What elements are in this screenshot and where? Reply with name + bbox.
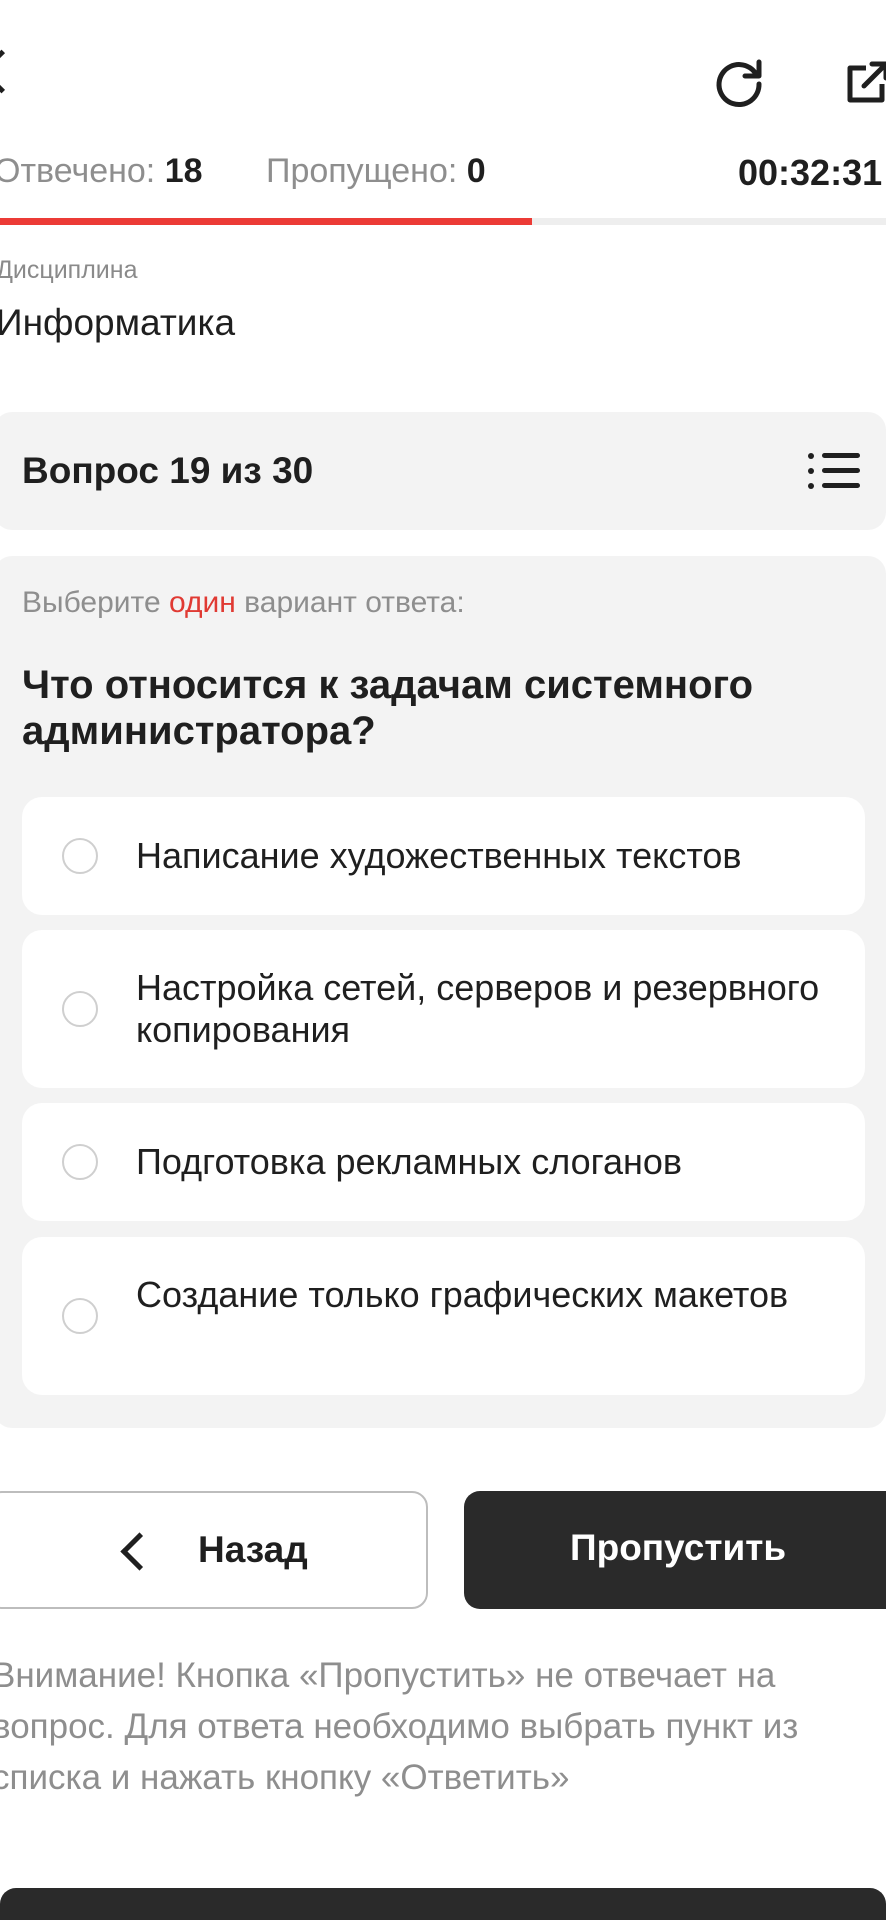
reload-icon[interactable] bbox=[712, 54, 768, 110]
answer-option[interactable]: Подготовка рекламных слоганов bbox=[22, 1103, 865, 1221]
question-counter: Вопрос 19 из 30 bbox=[22, 450, 314, 491]
instruction-accent: один bbox=[168, 586, 236, 619]
skip-button-label: Пропустить bbox=[570, 1527, 787, 1568]
instruction-text: Выберите bbox=[22, 586, 169, 619]
answer-option[interactable]: Написание художественных текстов bbox=[22, 797, 865, 915]
chevron-left-icon bbox=[120, 1532, 159, 1571]
answered-value: 18 bbox=[164, 152, 203, 190]
instruction-text-end: вариант ответа: bbox=[235, 586, 465, 619]
progress-bar-fill bbox=[0, 218, 532, 225]
radio-button[interactable] bbox=[62, 1144, 98, 1180]
radio-button[interactable] bbox=[62, 991, 98, 1027]
answer-option[interactable]: Настройка сетей, серверов и резервного к… bbox=[22, 930, 865, 1088]
discipline-name: Информатика bbox=[0, 302, 236, 343]
skipped-label: Пропущено: bbox=[266, 152, 458, 190]
answer-option-label: Написание художественных текстов bbox=[136, 835, 742, 876]
skipped-value: 0 bbox=[466, 152, 486, 190]
discipline-label: Дисциплина bbox=[0, 256, 138, 284]
skip-button[interactable]: Пропустить bbox=[464, 1491, 886, 1609]
instruction: Выберите один вариант ответа: bbox=[22, 586, 465, 620]
progress-bar bbox=[0, 218, 886, 225]
radio-button[interactable] bbox=[62, 1298, 98, 1334]
back-button[interactable]: Назад bbox=[0, 1491, 428, 1609]
question-text: Что относится к задачам системного админ… bbox=[22, 663, 754, 753]
back-button-label: Назад bbox=[198, 1529, 308, 1570]
list-icon[interactable] bbox=[808, 450, 860, 492]
open-external-icon[interactable] bbox=[846, 60, 886, 104]
answer-option-label: Создание только графических макетов bbox=[136, 1274, 789, 1315]
radio-button[interactable] bbox=[62, 838, 98, 874]
answered-stat: Отвечено: 18 bbox=[0, 152, 203, 191]
question-card: Выберите один вариант ответа: Что относи… bbox=[0, 556, 886, 1428]
timer: 00:32:31 bbox=[738, 152, 883, 193]
back-arrow-icon[interactable] bbox=[0, 49, 24, 94]
bottom-bar[interactable] bbox=[0, 1888, 886, 1920]
answer-option[interactable]: Создание только графических макетов bbox=[22, 1237, 865, 1395]
answer-option-label: Настройка сетей, серверов и резервного к… bbox=[136, 967, 820, 1050]
question-header: Вопрос 19 из 30 bbox=[0, 412, 886, 530]
answered-label: Отвечено: bbox=[0, 152, 156, 190]
warning-text: Внимание! Кнопка «Пропустить» не отвечае… bbox=[0, 1656, 799, 1797]
answer-option-label: Подготовка рекламных слоганов bbox=[136, 1141, 683, 1182]
test-page: Отвечено: 18 Пропущено: 0 00:32:31 Дисци… bbox=[0, 0, 886, 1920]
skipped-stat: Пропущено: 0 bbox=[266, 152, 486, 191]
progress-stats: Отвечено: 18 Пропущено: 0 00:32:31 bbox=[0, 152, 886, 208]
